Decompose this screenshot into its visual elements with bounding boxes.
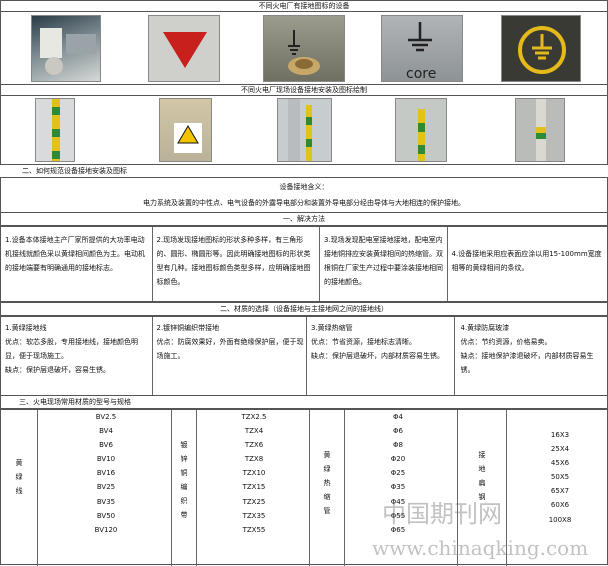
spec-value: Φ20 — [390, 455, 406, 464]
spec-value: TZX55 — [242, 525, 266, 534]
spec-value: BV10 — [96, 455, 116, 464]
material-cons: 缺点：接地保护漆退破坏，内部材质容易生锈。 — [460, 352, 594, 374]
material-pros: 优点：防腐效果好，外面有绝缘保护层，便于现场施工。 — [156, 338, 304, 360]
definition-title: 设备接地含义： — [279, 183, 329, 191]
material-item-1: 1.黄绿接地线 优点：软芯多股，专用接地线，接地颜色明显，便于现场施工。 缺点：… — [1, 317, 153, 395]
solution-item-1: 1.设备本体接地主产厂家所提供的大功率电动机接线就颜色采以黄绿相间颜色为主。电动… — [1, 227, 153, 301]
material-pros: 优点：节省资源，接地标志清晰。 — [310, 338, 416, 346]
solutions-heading: 一、解决方法 — [0, 212, 608, 226]
material-pros: 优点：软芯多股，专用接地线，接地颜色明显，便于现场施工。 — [5, 338, 138, 360]
solution-item-2: 2.现场发现接地图标的形状多种多样，有三角形的、圆形、椭圆形等。因此明确接地图标… — [153, 227, 320, 301]
spec-value: Φ6 — [393, 427, 403, 436]
spec-value: 65X7 — [550, 487, 570, 496]
spec-value: Φ25 — [390, 469, 406, 478]
equipment-photo-1 — [31, 15, 101, 82]
equipment-photo-5 — [501, 15, 581, 82]
spec-value: TZX4 — [244, 427, 264, 436]
spec-value: 100X8 — [548, 515, 572, 524]
spec-list-braid: TZX2.5 TZX4 TZX6 TZX8 TZX10 TZX15 TZX25 … — [209, 410, 299, 537]
install-photo-1 — [35, 98, 75, 162]
spec-value: BV16 — [96, 469, 116, 478]
spec-value: 16X3 — [550, 431, 570, 439]
materials-heading: 二、材质的选择（设备接地与主接地网之间的接地线） — [0, 302, 608, 316]
spec-value: TZX8 — [244, 455, 264, 464]
spec-label-braid: 镀锌铜编织带 — [180, 441, 188, 519]
spec-value: BV2.5 — [95, 413, 117, 421]
equipment-photo-2 — [148, 15, 220, 82]
watermark-url: www.chinaqking.com — [372, 536, 589, 560]
spec-value: TZX6 — [244, 441, 264, 450]
spec-value: BV25 — [96, 483, 116, 492]
spec-value: 25X4 — [550, 445, 570, 454]
material-pros: 优点：节约资源，价格易卖。 — [460, 338, 552, 346]
install-photo-2 — [159, 98, 212, 162]
spec-value: 60X6 — [550, 501, 570, 510]
spec-value: TZX25 — [242, 497, 266, 506]
material-name: 4.黄绿防腐玻漆 — [460, 324, 510, 332]
spec-value: TZX15 — [242, 483, 266, 492]
solution-item-4: 4.设备接地采用应表面应涂以用15-100mm宽度相等的黄绿相间的条纹。 — [451, 250, 602, 272]
spec-value: TZX2.5 — [241, 413, 267, 421]
material-item-3: 3.黄绿热缩管 优点：节省资源，接地标志清晰。 缺点：保护层退破坏，内部材质容易… — [307, 317, 455, 395]
spec-value: BV50 — [96, 511, 116, 520]
spec-value: BV120 — [94, 525, 118, 534]
photo-row-1: core — [0, 11, 608, 85]
materials-row: 1.黄绿接地线 优点：软芯多股，专用接地线，接地颜色明显，便于现场施工。 缺点：… — [0, 316, 608, 396]
definition-block: 设备接地含义： 电力系统及装置的中性点、电气设备的外露导电部分和装置外导电部分经… — [0, 177, 608, 213]
ground-triangle-icon — [163, 32, 207, 68]
spec-label-tube: 黄绿热缩管 — [323, 451, 331, 515]
specs-heading: 三、火电现场常用材质的型号与规格 — [0, 395, 608, 409]
material-name: 3.黄绿热缩管 — [310, 324, 353, 332]
definition-text: 电力系统及装置的中性点、电气设备的外露导电部分和装置外导电部分经由导体与大地相连… — [143, 199, 465, 207]
spec-value: BV35 — [96, 497, 116, 506]
material-name: 2.镀锌铜编织带接地 — [156, 324, 220, 332]
material-name: 1.黄绿接地线 — [5, 324, 47, 332]
equipment-photo-4: core — [381, 15, 463, 82]
spec-list-wire: BV2.5 BV4 BV6 BV10 BV16 BV25 BV35 BV50 B… — [61, 410, 151, 537]
ground-symbol-icon — [408, 22, 432, 52]
equipment-photo-3 — [263, 15, 345, 82]
spec-list-flat-steel: 16X3 25X4 45X6 50X5 65X7 60X6 100X8 — [516, 428, 604, 527]
install-photo-4 — [395, 98, 447, 162]
spec-value: 45X6 — [550, 459, 570, 468]
spec-value: Φ35 — [390, 483, 406, 492]
install-photo-5 — [515, 98, 565, 162]
section-title: 二、如何规范设备接地安装及图标 — [22, 167, 127, 175]
watermark-cn: 中国期刊网 — [382, 500, 502, 528]
spec-value: TZX10 — [242, 469, 266, 478]
solution-item-3: 3.现场发现配电室接地接地，配电室内接地铜排应安装黄绿相间的热缩管。双根铜在厂家… — [320, 227, 448, 301]
spec-value: BV4 — [99, 427, 113, 436]
material-cons: 缺点：保护层退破坏，内部材质容易生锈。 — [310, 352, 444, 360]
spec-label-wire: 黄绿线 — [15, 459, 23, 495]
material-cons: 缺点：保护层退破坏，容易生锈。 — [5, 366, 110, 374]
solutions-row: 1.设备本体接地主产厂家所提供的大功率电动机接线就颜色采以黄绿相间颜色为主。电动… — [0, 226, 608, 302]
spec-value: Φ8 — [393, 441, 403, 450]
install-photo-3 — [277, 98, 332, 162]
spec-value: Φ4 — [393, 413, 403, 421]
photo-row-2 — [0, 95, 608, 165]
spec-value: 50X5 — [550, 473, 570, 482]
spec-value: TZX35 — [242, 511, 266, 520]
material-item-2: 2.镀锌铜编织带接地 优点：防腐效果好，外面有绝缘保护层，便于现场施工。 — [153, 317, 307, 395]
svg-text:core: core — [406, 66, 436, 82]
spec-value: BV6 — [99, 441, 113, 450]
material-item-4: 4.黄绿防腐玻漆 优点：节约资源，价格易卖。 缺点：接地保护漆退破坏，内部材质容… — [455, 317, 608, 395]
